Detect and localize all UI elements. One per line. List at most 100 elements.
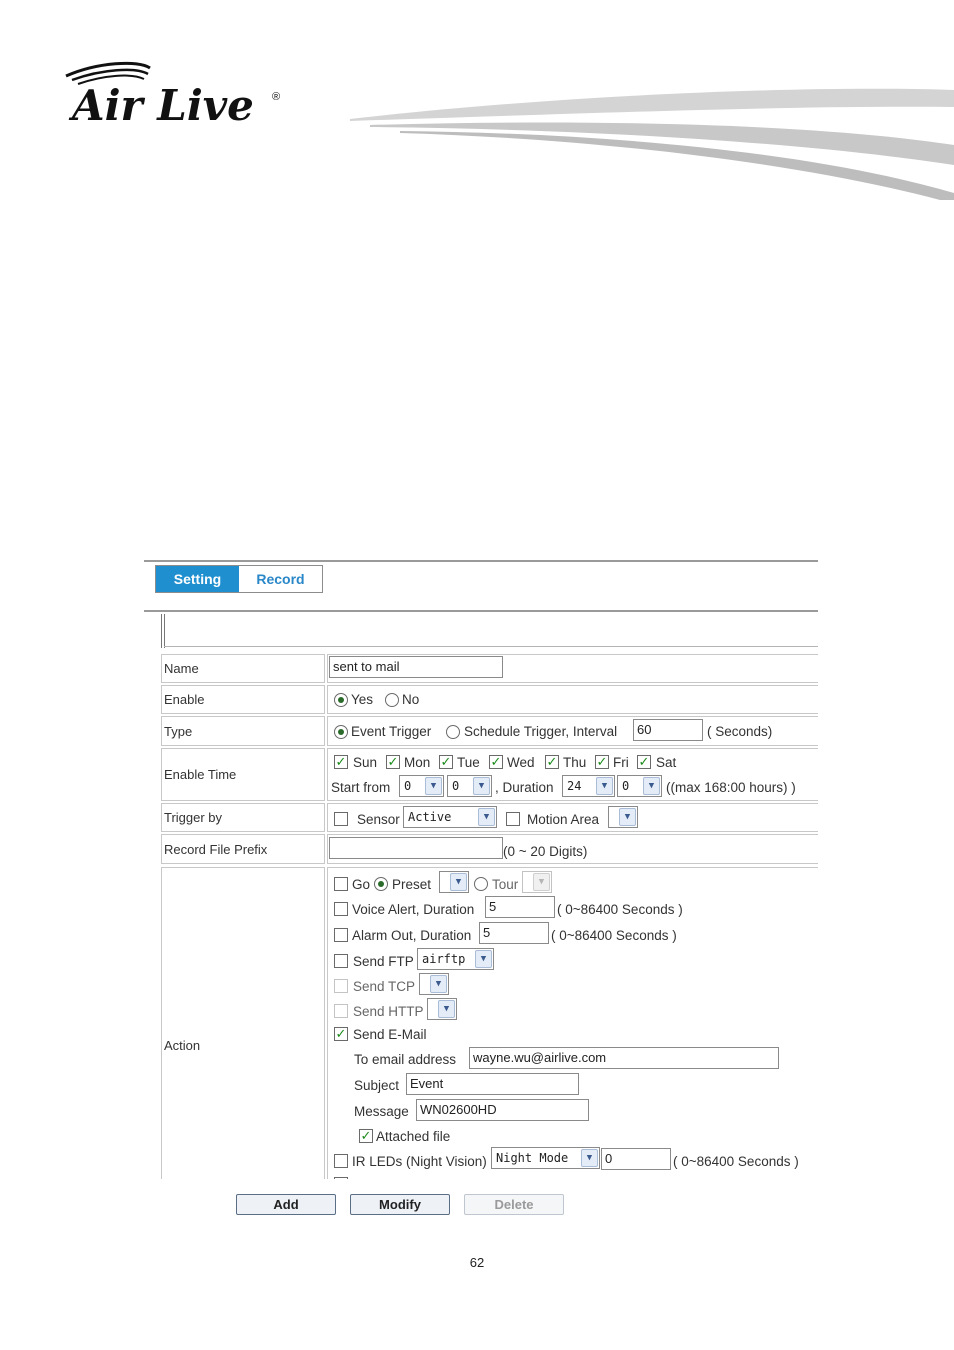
top-divider	[144, 560, 818, 562]
tour-label: Tour	[492, 877, 519, 892]
duration-hour-value: 24	[567, 779, 582, 793]
tcp-select[interactable]: ▼	[419, 973, 449, 995]
go-checkbox[interactable]	[334, 877, 348, 891]
enable-yes-label: Yes	[351, 692, 374, 707]
message-label: Message	[354, 1104, 409, 1119]
send-tcp-checkbox[interactable]	[334, 979, 348, 993]
http-select[interactable]: ▼	[427, 998, 457, 1020]
alarm-duration-input[interactable]: 5	[479, 922, 549, 944]
day-sun-checkbox[interactable]: ✓	[334, 755, 348, 769]
voice-duration-input[interactable]: 5	[485, 896, 555, 918]
chevron-down-icon: ▼	[619, 808, 636, 826]
send-email-checkbox[interactable]: ✓	[334, 1027, 348, 1041]
enable-no-label: No	[402, 692, 420, 707]
day-thu-checkbox[interactable]: ✓	[545, 755, 559, 769]
send-email-label: Send E-Mail	[353, 1027, 427, 1042]
type-label: Type	[161, 716, 325, 746]
tab-setting[interactable]: Setting	[156, 566, 239, 592]
sensor-label: Sensor	[357, 812, 400, 827]
enable-yes-radio[interactable]	[334, 693, 348, 707]
ftp-select[interactable]: airftp ▼	[417, 948, 494, 970]
motion-area-select[interactable]: ▼	[608, 806, 638, 828]
schedule-trigger-radio[interactable]	[446, 725, 460, 739]
ir-leds-checkbox[interactable]	[334, 1154, 348, 1168]
tab-record[interactable]: Record	[239, 566, 322, 592]
subject-label: Subject	[354, 1078, 400, 1093]
start-minute-select[interactable]: 0 ▼	[447, 775, 492, 797]
motion-area-checkbox[interactable]	[506, 812, 520, 826]
chevron-down-icon: ▼	[643, 777, 660, 795]
name-label: Name	[161, 654, 325, 683]
day-tue-checkbox[interactable]: ✓	[439, 755, 453, 769]
action-label: Action	[161, 867, 325, 1220]
max-duration-note: ((max 168:00 hours) )	[666, 780, 796, 795]
send-http-checkbox[interactable]	[334, 1004, 348, 1018]
record-prefix-note: (0 ~ 20 Digits)	[503, 844, 588, 859]
name-input[interactable]: sent to mail	[329, 656, 503, 678]
record-prefix-label: Record File Prefix	[161, 834, 325, 864]
message-input[interactable]: WN02600HD	[416, 1099, 589, 1121]
event-trigger-radio[interactable]	[334, 725, 348, 739]
day-fri-checkbox[interactable]: ✓	[595, 755, 609, 769]
duration-label: , Duration	[495, 780, 554, 795]
delete-button[interactable]: Delete	[464, 1194, 564, 1215]
chevron-down-icon: ▼	[475, 950, 492, 968]
tab-divider	[144, 610, 818, 612]
send-ftp-checkbox[interactable]	[334, 954, 348, 968]
send-http-label: Send HTTP	[353, 1004, 424, 1019]
day-fri-label: Fri	[613, 755, 629, 770]
interval-input[interactable]: 60	[633, 719, 703, 741]
enable-no-radio[interactable]	[385, 693, 399, 707]
day-sat-label: Sat	[656, 755, 677, 770]
motion-area-label: Motion Area	[527, 812, 600, 827]
ir-mode-select[interactable]: Night Mode ▼	[491, 1147, 600, 1169]
voice-alert-checkbox[interactable]	[334, 902, 348, 916]
ir-duration-input[interactable]: 0	[601, 1148, 671, 1170]
sensor-select[interactable]: Active ▼	[403, 806, 497, 828]
chevron-down-icon: ▼	[581, 1149, 598, 1167]
day-sat-checkbox[interactable]: ✓	[637, 755, 651, 769]
preset-radio[interactable]	[374, 877, 388, 891]
event-trigger-label: Event Trigger	[351, 724, 432, 739]
enable-time-label: Enable Time	[161, 748, 325, 801]
tour-select[interactable]: ▼	[522, 871, 552, 893]
day-mon-checkbox[interactable]: ✓	[386, 755, 400, 769]
interval-unit: ( Seconds)	[707, 724, 773, 739]
add-button[interactable]: Add	[236, 1194, 336, 1215]
voice-duration-note: ( 0~86400 Seconds )	[557, 902, 683, 917]
chevron-down-icon: ▼	[450, 873, 467, 891]
preset-select[interactable]: ▼	[439, 871, 469, 893]
record-prefix-input[interactable]	[329, 837, 503, 859]
enable-label: Enable	[161, 685, 325, 714]
to-email-input[interactable]: wayne.wu@airlive.com	[469, 1047, 779, 1069]
start-from-label: Start from	[331, 780, 391, 795]
start-hour-select[interactable]: 0 ▼	[399, 775, 444, 797]
day-wed-checkbox[interactable]: ✓	[489, 755, 503, 769]
ftp-value: airftp	[422, 952, 466, 966]
sensor-checkbox[interactable]	[334, 812, 348, 826]
info-underline	[164, 646, 818, 647]
go-label: Go	[352, 877, 371, 892]
subject-input[interactable]: Event	[406, 1073, 579, 1095]
ir-leds-label: IR LEDs (Night Vision)	[352, 1154, 487, 1169]
preset-label: Preset	[392, 877, 432, 892]
chevron-down-icon: ▼	[478, 808, 495, 826]
chevron-down-icon: ▼	[596, 777, 613, 795]
day-mon-label: Mon	[404, 755, 431, 770]
duration-minute-value: 0	[622, 779, 630, 793]
voice-alert-label: Voice Alert, Duration	[352, 902, 475, 917]
attached-file-checkbox[interactable]: ✓	[359, 1129, 373, 1143]
day-sun-label: Sun	[353, 755, 378, 770]
duration-hour-select[interactable]: 24 ▼	[562, 775, 615, 797]
chevron-down-icon: ▼	[438, 1000, 455, 1018]
day-thu-label: Thu	[563, 755, 587, 770]
tour-radio[interactable]	[474, 877, 488, 891]
event-setting-panel: Setting Record Name sent to mail Enable …	[144, 560, 818, 1220]
modify-button[interactable]: Modify	[350, 1194, 450, 1215]
duration-minute-select[interactable]: 0 ▼	[617, 775, 662, 797]
start-hour-value: 0	[404, 779, 412, 793]
day-tue-label: Tue	[457, 755, 480, 770]
start-minute-value: 0	[452, 779, 460, 793]
alarm-out-checkbox[interactable]	[334, 928, 348, 942]
schedule-trigger-label: Schedule Trigger, Interval	[464, 724, 618, 739]
